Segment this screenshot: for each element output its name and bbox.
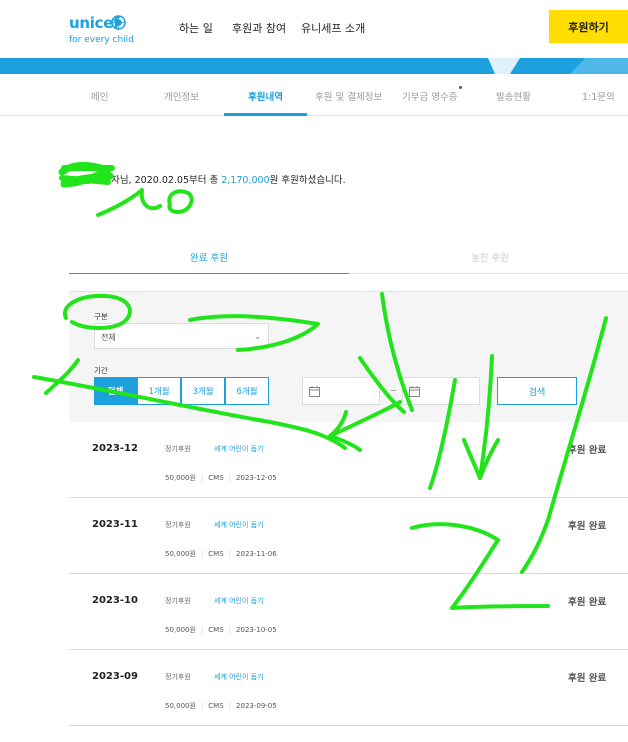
mypage-tabs: 메인 개인정보 후원내역 후원 및 결제정보 기부금 영수증 발송현황 1:1문… xyxy=(0,74,628,116)
search-button[interactable]: 검색 xyxy=(497,377,577,405)
row-status: 후원 완료 xyxy=(568,521,607,532)
period-all-button[interactable]: 전체 xyxy=(94,377,137,405)
search-filter: 구분 전체 ⌄ 기간 전체 1개월 3개월 6개월 ~ 검색 xyxy=(69,291,628,422)
header-banner xyxy=(0,58,628,74)
type-label: 구분 xyxy=(94,312,108,321)
logo-tagline: for every child xyxy=(69,35,134,45)
row-type: 정기후원 xyxy=(165,521,191,529)
type-select[interactable]: 전체 ⌄ xyxy=(94,323,269,349)
row-type: 정기후원 xyxy=(165,445,191,453)
row-status: 후원 완료 xyxy=(568,673,607,684)
donor-name: 000님 xyxy=(62,175,91,186)
nav-item-about[interactable]: 유니세프 소개 xyxy=(301,20,365,36)
row-date: 2023-12-05 xyxy=(236,474,277,482)
table-row: 2023-11 정기후원 세계 어린이 돕기 50,000원 | CMS | 2023-… xyxy=(69,498,628,574)
row-date: 2023-10-05 xyxy=(236,626,277,634)
start-date-input[interactable] xyxy=(302,377,380,405)
total-amount: 2,170,000 xyxy=(221,175,270,186)
tab-donation-history[interactable]: 후원내역 xyxy=(248,89,283,103)
row-month: 2023-10 xyxy=(92,595,138,606)
end-date-input[interactable] xyxy=(402,377,480,405)
nav-item-what-we-do[interactable]: 하는 일 xyxy=(179,20,213,36)
main-nav: 하는 일 후원과 참여 유니세프 소개 xyxy=(0,20,628,36)
summary-since: 2020.02.05부터 총 xyxy=(134,175,222,186)
row-amount: 50,000원 xyxy=(165,626,196,634)
site-header: unicef for every child 하는 일 후원과 참여 유니세프 … xyxy=(0,0,628,58)
tab-receipt[interactable]: 기부금 영수증 xyxy=(402,89,457,103)
row-campaign-link[interactable]: 세계 어린이 돕기 xyxy=(214,672,264,682)
calendar-icon xyxy=(309,386,320,397)
subtab-active-line xyxy=(69,273,349,274)
calendar-icon xyxy=(409,386,420,397)
row-campaign-link[interactable]: 세계 어린이 돕기 xyxy=(214,444,264,454)
banner-shapes xyxy=(488,58,628,74)
active-tab-indicator xyxy=(224,113,307,116)
row-meta: 50,000원 | CMS | 2023-11-06 xyxy=(165,550,277,558)
type-select-value: 전체 xyxy=(101,333,116,342)
tab-profile[interactable]: 개인정보 xyxy=(164,89,199,103)
row-campaign-link[interactable]: 세계 어린이 돕기 xyxy=(214,596,264,606)
row-month: 2023-12 xyxy=(92,443,138,454)
new-indicator-dot xyxy=(459,86,462,89)
row-status: 후원 완료 xyxy=(568,445,607,456)
table-row: 2023-09 정기후원 세계 어린이 돕기 50,000원 | CMS | 2023-… xyxy=(69,650,628,726)
row-status: 후원 완료 xyxy=(568,597,607,608)
period-1m-button[interactable]: 1개월 xyxy=(137,377,181,405)
row-method: CMS xyxy=(208,550,224,558)
row-date: 2023-09-05 xyxy=(236,702,277,710)
row-meta: 50,000원 | CMS | 2023-10-05 xyxy=(165,626,277,634)
table-row: 2023-10 정기후원 세계 어린이 돕기 50,000원 | CMS | 2023-… xyxy=(69,574,628,650)
tab-payment-info[interactable]: 후원 및 결제정보 xyxy=(315,89,382,103)
row-amount: 50,000원 xyxy=(165,550,196,558)
row-amount: 50,000원 xyxy=(165,474,196,482)
period-label: 기간 xyxy=(94,366,108,375)
row-date: 2023-11-06 xyxy=(236,550,277,558)
chevron-down-icon: ⌄ xyxy=(254,332,261,341)
row-campaign-link[interactable]: 세계 어린이 돕기 xyxy=(214,520,264,530)
table-row: 2023-12 정기후원 세계 어린이 돕기 50,000원 | CMS | 2023-… xyxy=(69,422,628,498)
row-method: CMS xyxy=(208,702,224,710)
tab-main[interactable]: 메인 xyxy=(91,89,108,103)
tab-shipping[interactable]: 발송현황 xyxy=(496,89,531,103)
row-month: 2023-11 xyxy=(92,519,138,530)
row-meta: 50,000원 | CMS | 2023-09-05 xyxy=(165,702,277,710)
summary-suffix: 원 후원하셨습니다. xyxy=(269,175,346,186)
donate-button[interactable]: 후원하기 xyxy=(549,10,628,43)
period-6m-button[interactable]: 6개월 xyxy=(225,377,269,405)
row-method: CMS xyxy=(208,474,224,482)
row-type: 정기후원 xyxy=(165,597,191,605)
nav-item-support[interactable]: 후원과 참여 xyxy=(232,20,286,36)
period-3m-button[interactable]: 3개월 xyxy=(181,377,225,405)
date-range-separator: ~ xyxy=(390,386,397,395)
row-amount: 50,000원 xyxy=(165,702,196,710)
row-method: CMS xyxy=(208,626,224,634)
row-meta: 50,000원 | CMS | 2023-12-05 xyxy=(165,474,277,482)
tab-inquiry[interactable]: 1:1문의 xyxy=(582,89,615,103)
donation-summary: 000님 후원자님, 2020.02.05부터 총 2,170,000원 후원하… xyxy=(62,172,346,186)
subtab-completed[interactable]: 완료 후원 xyxy=(190,250,228,264)
summary-prefix: 후원자님, xyxy=(93,175,132,186)
row-type: 정기후원 xyxy=(165,673,191,681)
row-month: 2023-09 xyxy=(92,671,138,682)
subtab-missed[interactable]: 놓친 후원 xyxy=(471,250,509,264)
subtab-line xyxy=(349,273,628,274)
